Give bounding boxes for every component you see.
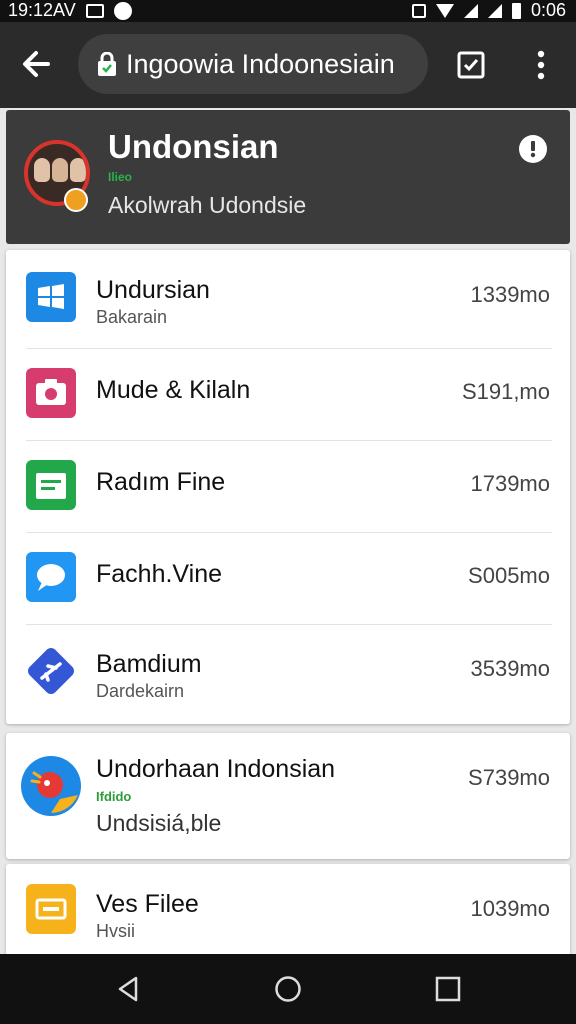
item-title: Undorhaan Indonsian <box>96 755 336 783</box>
status-bar: 19:12AV 0:06 <box>0 0 576 22</box>
url-text: Ingoowia Indoonesiain <box>126 49 395 79</box>
item-title: Radım Fine <box>96 468 226 496</box>
item-size: S739mo <box>468 765 550 790</box>
item-title: Bamdium <box>96 650 202 678</box>
list-item[interactable]: Undorhaan Indonsian Ifdido Undsisiá,ble … <box>6 733 570 859</box>
nav-home-icon[interactable] <box>273 974 303 1004</box>
back-arrow-icon[interactable] <box>18 42 58 86</box>
media-icon <box>113 1 132 20</box>
browser-toolbar: Ingoowia Indoonesiain <box>0 22 576 108</box>
chat-app-icon <box>26 552 76 602</box>
list-item[interactable]: Ves Filee Hvsii 1039mo <box>6 864 570 956</box>
nav-recents-icon[interactable] <box>433 974 463 1004</box>
page-title: Undonsian <box>108 128 279 165</box>
item-subtitle: Dardekairn <box>96 681 185 701</box>
files-app-icon <box>26 884 76 934</box>
document-app-icon <box>26 460 76 510</box>
bird-app-icon <box>21 756 81 816</box>
list-item[interactable]: Fachh.Vine S005mo <box>6 532 570 624</box>
windows-app-icon <box>26 272 76 322</box>
battery-icon <box>511 2 521 19</box>
header-tag: Ilieo <box>108 170 133 184</box>
camera-app-icon <box>26 368 76 418</box>
list-item[interactable]: Mude & Kilaln S191,mo <box>6 348 570 440</box>
item-subtitle: Bakarain <box>96 307 168 327</box>
vibrate-icon <box>411 3 426 18</box>
wifi-icon <box>435 3 454 18</box>
app-list-card: Undursian Bakarain 1339mo Mude & Kilaln … <box>6 250 570 724</box>
item-subtitle: Hvsii <box>96 921 135 941</box>
item-size: 3539mo <box>470 656 550 681</box>
app-card[interactable]: Undorhaan Indonsian Ifdido Undsisiá,ble … <box>6 733 570 859</box>
page-subtitle: Akolwrah Udondsie <box>108 192 307 218</box>
item-title: Mude & Kilaln <box>96 376 251 404</box>
item-size: S191,mo <box>461 379 550 404</box>
list-item[interactable]: Bamdium Dardekairn 3539mo <box>6 624 570 724</box>
app-card[interactable]: Ves Filee Hvsii 1039mo <box>6 864 570 956</box>
avatar-badge-icon <box>64 188 88 212</box>
signal-icon <box>463 3 478 18</box>
item-size: 1739mo <box>470 471 550 496</box>
navigation-bar <box>0 954 576 1024</box>
info-icon[interactable] <box>518 134 548 164</box>
status-clock: 0:06 <box>530 0 566 20</box>
lock-icon <box>98 52 116 76</box>
overflow-menu-icon[interactable] <box>530 50 552 80</box>
profile-header: Undonsian Ilieo Akolwrah Udondsie <box>6 110 570 244</box>
status-time: 19:12AV <box>8 0 76 20</box>
item-tag: Ifdido <box>96 789 132 804</box>
signal-icon-2 <box>487 3 502 18</box>
item-title: Ves Filee <box>96 890 199 918</box>
tab-switcher-icon[interactable] <box>456 50 486 80</box>
item-size: 1339mo <box>470 282 550 307</box>
list-item[interactable]: Radım Fine 1739mo <box>6 440 570 532</box>
notification-icon <box>85 3 104 18</box>
item-title: Undursian <box>96 276 210 304</box>
item-size: S005mo <box>468 563 550 588</box>
item-subtitle: Undsisiá,ble <box>96 810 222 836</box>
item-size: 1039mo <box>470 896 550 921</box>
url-bar[interactable]: Ingoowia Indoonesiain <box>78 34 428 94</box>
list-item[interactable]: Undursian Bakarain 1339mo <box>6 250 570 348</box>
nav-back-icon[interactable] <box>114 974 144 1004</box>
plane-app-icon <box>28 648 74 694</box>
item-title: Fachh.Vine <box>96 560 223 588</box>
